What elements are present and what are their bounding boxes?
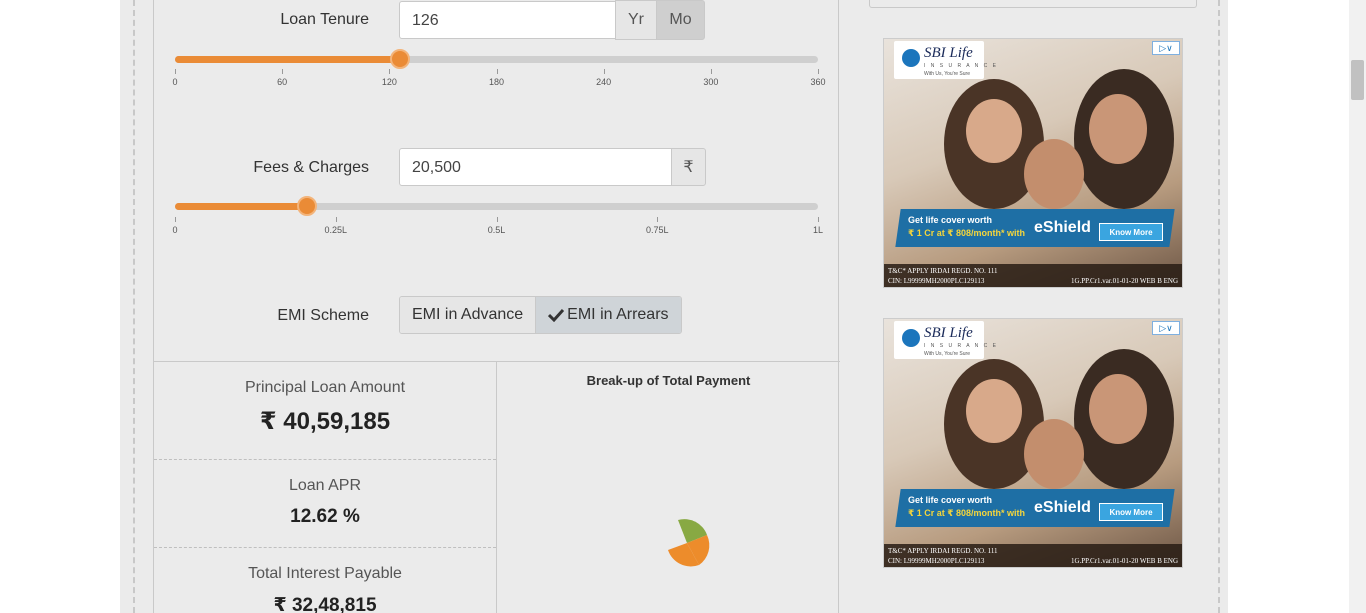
ad-photo-child: [1024, 419, 1084, 489]
check-icon: [548, 308, 565, 322]
principal-value: ₹ 40,59,185: [259, 408, 391, 435]
emi-calculator: Loan Tenure 126 Yr Mo Fees & Charges 20,…: [153, 0, 840, 613]
ad-footer-text: 1G.PP.Cr1.var.01-01-20 WEB B ENG: [1070, 557, 1178, 565]
interest-value: ₹ 32,48,815: [273, 595, 377, 613]
results-column: Principal Loan Amount ₹ 40,59,185 Loan A…: [154, 362, 497, 613]
slider-tick-label: 0: [172, 77, 178, 87]
ad-banner[interactable]: SBI Life I N S U R A N C E With Us, You're…: [883, 38, 1183, 288]
slider-tick-label: 1L: [812, 225, 824, 235]
tenure-year-toggle[interactable]: Yr: [615, 0, 657, 40]
ad-photo-face: [966, 379, 1022, 443]
result-divider: [154, 547, 496, 548]
slider-tick-mark: [818, 217, 819, 222]
ad-product: eShield: [1034, 499, 1091, 516]
slider-tick-label: 300: [703, 77, 719, 87]
slider-tick-label: 0: [172, 225, 178, 235]
sbi-logo-icon: [902, 49, 920, 67]
ad-tagline: With Us, You're Sure: [924, 71, 970, 77]
ad-brand-sub: I N S U R A N C E: [924, 63, 999, 69]
ad-footer-text: T&C* APPLY IRDAI REGD. NO. 111: [888, 547, 998, 555]
slider-tick-mark: [603, 69, 605, 74]
fees-slider[interactable]: [175, 196, 818, 216]
slider-tick-mark: [710, 69, 712, 74]
loan-tenure-slider-handle[interactable]: [390, 49, 411, 69]
sbi-life-logo: SBI Life I N S U R A N C E With Us, You're…: [894, 321, 996, 359]
interest-result: Total Interest Payable ₹ 32,48,815: [154, 565, 496, 613]
apr-result: Loan APR 12.62 %: [154, 477, 496, 528]
emi-advance-option[interactable]: EMI in Advance: [400, 297, 536, 333]
ad-know-more-button[interactable]: Know More: [1099, 503, 1163, 521]
ad-know-more-button[interactable]: Know More: [1099, 223, 1163, 241]
ad-photo-face: [966, 99, 1022, 163]
slider-tick-label: 0.75L: [645, 225, 669, 235]
emi-scheme-label: EMI Scheme: [277, 307, 369, 324]
ad-footer-text: CIN: L99999MH2000PLC129113: [888, 557, 985, 565]
slider-tick-mark: [175, 69, 176, 74]
slider-tick-mark: [496, 69, 498, 74]
loan-tenure-label: Loan Tenure: [280, 11, 369, 28]
dashed-border-left: [133, 0, 135, 613]
slider-tick-mark: [818, 69, 819, 74]
ad-photo-face: [1089, 94, 1147, 164]
slider-tick-mark: [657, 217, 659, 222]
slider-tick-mark: [175, 217, 176, 222]
fees-input[interactable]: 20,500: [399, 148, 672, 186]
slider-tick-mark: [282, 69, 284, 74]
emi-arrears-option[interactable]: EMI in Arrears: [535, 297, 681, 333]
emi-scheme-toggle: EMI in Advance EMI in Arrears: [399, 296, 682, 334]
slider-tick-mark: [496, 217, 498, 222]
ad-brand: SBI Life: [924, 325, 973, 341]
ad-line2: ₹ 1 Cr at ₹ 808/month* with: [908, 508, 1026, 518]
adchoices-icon[interactable]: ▷∨: [1152, 321, 1180, 335]
ad-banner[interactable]: SBI Life I N S U R A N C E With Us, You're…: [883, 318, 1183, 568]
slider-tick-label: 240: [596, 77, 612, 87]
principal-label: Principal Loan Amount: [244, 379, 406, 396]
fees-label: Fees & Charges: [253, 159, 369, 176]
apr-value: 12.62 %: [290, 506, 360, 527]
slider-tick-mark: [335, 217, 337, 222]
chart-title: Break-up of Total Payment: [586, 373, 751, 388]
slider-tick-label: 60: [277, 77, 288, 87]
ad-brand: SBI Life: [924, 45, 973, 61]
rupee-icon: ₹: [671, 148, 706, 186]
sidebar-box: [869, 0, 1197, 8]
dashed-border-right: [1218, 0, 1220, 613]
result-divider: [154, 459, 496, 460]
ad-footer-text: T&C* APPLY IRDAI REGD. NO. 111: [888, 267, 998, 275]
slider-tick-label: 0.5L: [487, 225, 506, 235]
ad-line1: Get life cover worth: [908, 215, 993, 225]
page: Loan Tenure 126 Yr Mo Fees & Charges 20,…: [0, 0, 1366, 613]
slider-tick-label: 360: [810, 77, 826, 87]
payment-breakup-chart: [668, 519, 710, 567]
fees-slider-handle[interactable]: [296, 196, 317, 216]
fees-slider-fill: [175, 203, 307, 210]
adchoices-icon[interactable]: ▷∨: [1152, 41, 1180, 55]
ad-photo-child: [1024, 139, 1084, 209]
ad-footer-text: CIN: L99999MH2000PLC129113: [888, 277, 985, 285]
ad-brand-sub: I N S U R A N C E: [924, 343, 999, 349]
interest-label: Total Interest Payable: [248, 565, 402, 582]
loan-tenure-slider[interactable]: [175, 49, 818, 69]
loan-tenure-input[interactable]: 126: [399, 1, 616, 39]
tenure-month-toggle[interactable]: Mo: [656, 0, 705, 40]
loan-tenure-slider-fill: [175, 56, 401, 63]
slider-tick-mark: [389, 69, 391, 74]
ad-tagline: With Us, You're Sure: [924, 351, 970, 357]
ad-line2: ₹ 1 Cr at ₹ 808/month* with: [908, 228, 1026, 238]
ad-footer-text: 1G.PP.Cr1.var.01-01-20 WEB B ENG: [1070, 277, 1178, 285]
scrollbar-thumb[interactable]: [1351, 60, 1364, 100]
ad-product: eShield: [1034, 219, 1091, 236]
ad-line1: Get life cover worth: [908, 495, 993, 505]
emi-arrears-label: EMI in Arrears: [567, 306, 669, 323]
scrollbar[interactable]: [1349, 0, 1366, 613]
apr-label: Loan APR: [288, 477, 362, 494]
ad-photo-face: [1089, 374, 1147, 444]
slider-tick-label: 0.25L: [324, 225, 348, 235]
slider-tick-label: 120: [381, 77, 397, 87]
sbi-logo-icon: [902, 329, 920, 347]
slider-tick-label: 180: [488, 77, 505, 87]
sbi-life-logo: SBI Life I N S U R A N C E With Us, You're…: [894, 41, 996, 79]
principal-result: Principal Loan Amount ₹ 40,59,185: [154, 379, 496, 436]
